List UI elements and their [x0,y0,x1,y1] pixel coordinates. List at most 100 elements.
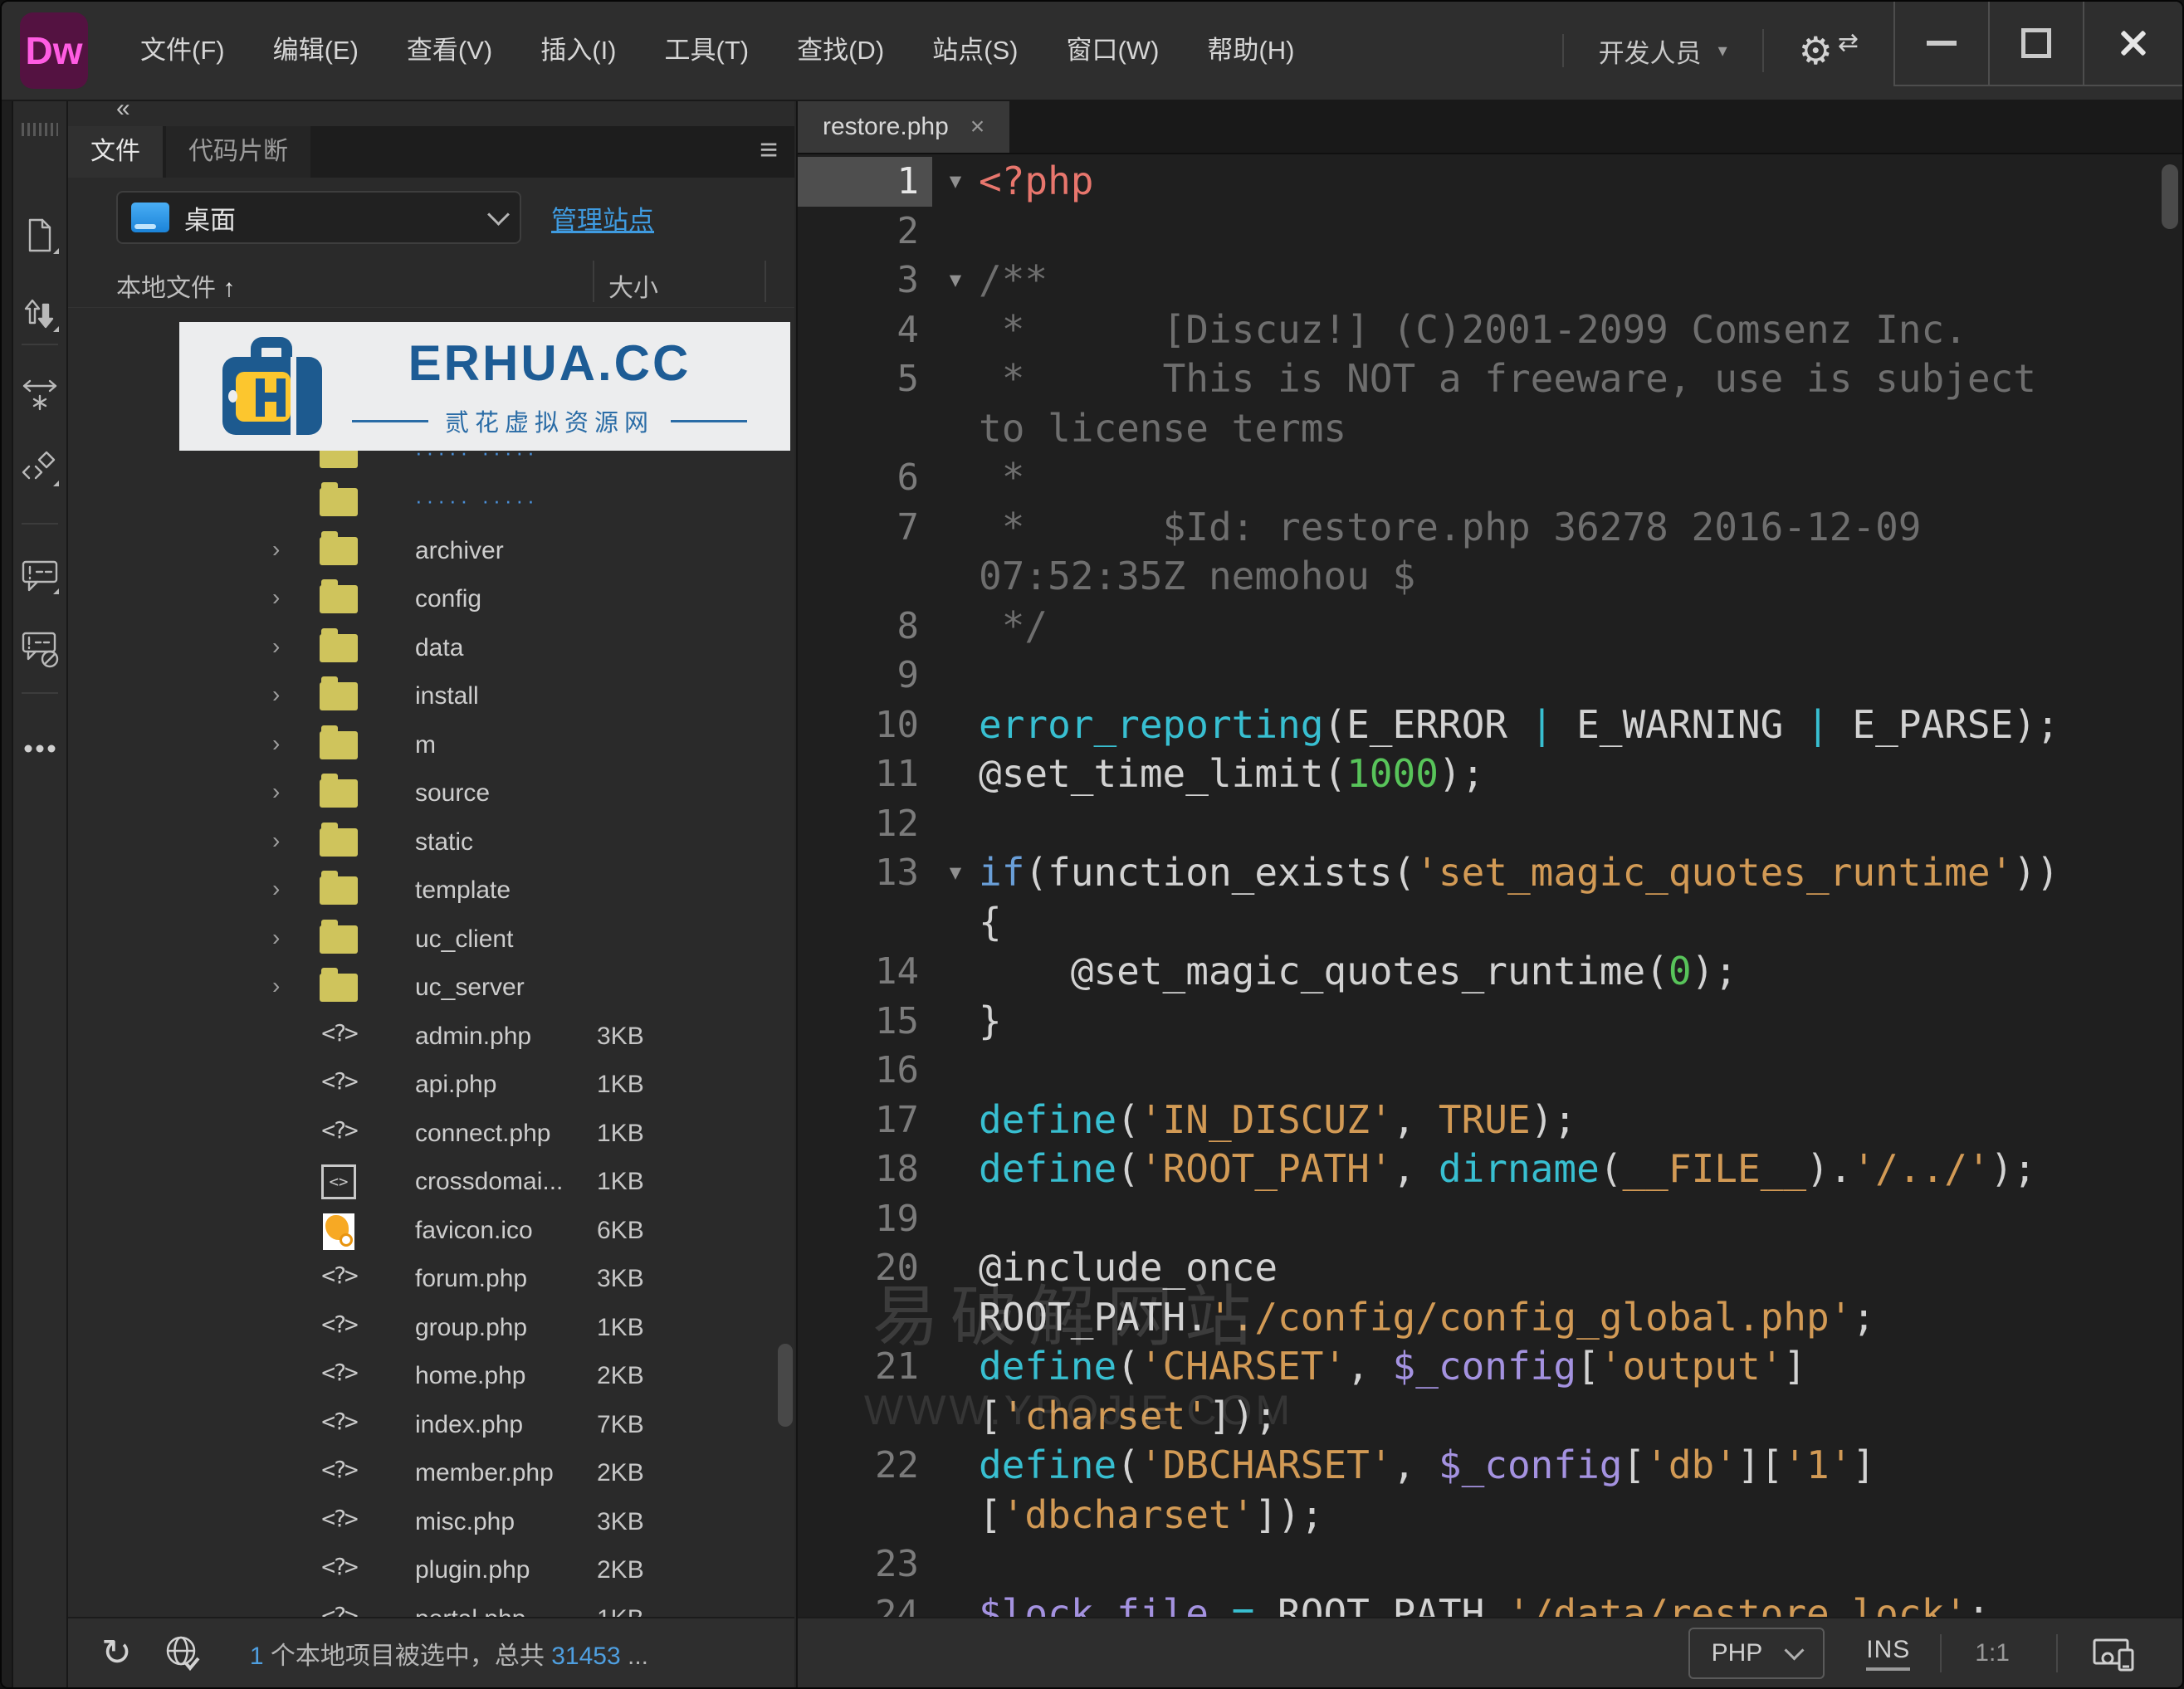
tree-row-file[interactable]: <?>forum.php3KB [68,1255,794,1304]
minimize-button[interactable] [1893,2,1988,85]
file-transfer-icon[interactable] [20,294,60,334]
tree-row-file[interactable]: favicon.ico6KB [68,1207,794,1256]
menu-item-6[interactable]: 站点(S) [908,2,1042,100]
panel-menu-icon[interactable]: ≡ [760,126,778,174]
tab-files[interactable]: 文件 [68,126,163,178]
tree-row-folder[interactable]: ›source [68,769,794,818]
more-options-icon[interactable] [20,729,60,769]
tree-row-folder[interactable]: ›data [68,624,794,673]
collapse-panel-icon[interactable]: « [116,95,130,123]
tree-row-file[interactable]: <>crossdomai...1KB [68,1158,794,1207]
chevron-right-icon[interactable]: › [272,973,280,999]
tree-row-file[interactable]: <?>misc.php3KB [68,1498,794,1547]
code-navigator-icon[interactable] [20,448,60,488]
document-tab-restore-php[interactable]: restore.php × [798,101,1009,153]
code-text[interactable] [979,1046,2182,1096]
sync-settings-button[interactable]: ⚙ ⇄ [1764,28,1893,73]
tree-row-folder[interactable]: ›config [68,575,794,624]
menu-item-4[interactable]: 工具(T) [641,2,774,100]
code-text[interactable] [979,1194,2182,1244]
wrap-tag-icon[interactable] [20,375,60,415]
chevron-right-icon[interactable]: › [272,730,280,757]
maximize-button[interactable] [1988,2,2083,85]
tree-row-file[interactable]: <?>api.php1KB [68,1061,794,1110]
code-text[interactable]: define('ROOT_PATH', dirname(__FILE__).'/… [979,1145,2182,1194]
menu-item-1[interactable]: 编辑(E) [249,2,383,100]
tree-row-folder[interactable]: ›static [68,818,794,867]
code-text[interactable]: define('CHARSET', $_config['output'] ['c… [979,1342,2182,1441]
tree-row-folder[interactable]: ›m [68,721,794,770]
menu-item-0[interactable]: 文件(F) [116,2,249,100]
code-text[interactable]: define('IN_DISCUZ', TRUE); [979,1096,2182,1145]
chevron-right-icon[interactable]: › [272,925,280,951]
chevron-right-icon[interactable]: › [272,779,280,805]
editor-scrollbar[interactable] [2162,164,2178,229]
column-size[interactable]: 大小 [608,267,658,304]
refresh-icon[interactable]: ↻ [101,1632,132,1674]
close-button[interactable] [2083,2,2182,85]
code-text[interactable]: define('DBCHARSET', $_config['db']['1'] … [979,1441,2182,1540]
menu-item-2[interactable]: 查看(V) [383,2,516,100]
chevron-right-icon[interactable]: › [272,633,280,660]
code-text[interactable]: <?php [979,157,2182,207]
code-text[interactable] [979,799,2182,849]
code-text[interactable]: /** [979,256,2182,305]
chevron-right-icon[interactable]: › [272,681,280,708]
close-tab-icon[interactable]: × [970,113,985,141]
insert-mode-indicator[interactable]: INS [1866,1636,1910,1671]
tree-row-folder[interactable]: ›uc_server [68,964,794,1013]
chevron-right-icon[interactable]: › [272,536,280,563]
site-selector[interactable]: 桌面 [116,191,521,244]
new-document-icon[interactable] [20,216,60,256]
tree-row-file[interactable]: <?>connect.php1KB [68,1110,794,1159]
remote-server-icon[interactable] [164,1633,203,1673]
apply-comment-icon[interactable] [20,556,60,596]
code-text[interactable]: @include_once ROOT_PATH.'./config/config… [979,1243,2182,1342]
tree-row-folder[interactable]: ›install [68,672,794,721]
code-text[interactable]: $lock_file = ROOT_PATH.'/data/restore.lo… [979,1589,2182,1619]
column-local-files[interactable]: 本地文件 ↑ [116,267,235,304]
menu-item-3[interactable]: 插入(I) [516,2,640,100]
code-text[interactable]: * [Discuz!] (C)2001-2099 Comsenz Inc. [979,305,2182,355]
code-text[interactable]: */ [979,602,2182,652]
tree-row-file[interactable]: <?>portal.php1KB [68,1595,794,1619]
code-text[interactable] [979,207,2182,256]
code-view[interactable]: 1▼<?php23▼/**4 * [Discuz!] (C)2001-2099 … [798,154,2182,1618]
language-selector[interactable]: PHP [1688,1628,1825,1679]
chevron-right-icon[interactable]: › [272,876,280,902]
tree-row-file[interactable]: <?>home.php2KB [68,1352,794,1401]
tree-row-folder[interactable]: ›template [68,866,794,915]
fold-marker-icon[interactable]: ▼ [932,848,979,947]
code-text[interactable]: @set_time_limit(1000); [979,749,2182,799]
fold-marker-icon[interactable]: ▼ [932,256,979,305]
fold-marker-icon[interactable]: ▼ [932,157,979,207]
device-preview-icon[interactable] [2091,1633,2136,1673]
tree-row-folder[interactable]: ›archiver [68,527,794,576]
code-text[interactable]: if(function_exists('set_magic_quotes_run… [979,848,2182,947]
workspace-switcher[interactable]: 开发人员 ▾ [1564,32,1762,70]
tab-snippets[interactable]: 代码片断 [166,126,310,178]
code-text[interactable]: @set_magic_quotes_runtime(0); [979,947,2182,997]
code-text[interactable]: } [979,997,2182,1047]
menu-item-5[interactable]: 查找(D) [773,2,908,100]
remove-comment-icon[interactable] [20,629,60,669]
menu-item-8[interactable]: 帮助(H) [1183,2,1318,100]
tree-row-file[interactable]: <?>index.php7KB [68,1401,794,1450]
code-text[interactable] [979,1540,2182,1589]
code-text[interactable]: * $Id: restore.php 36278 2016-12-09 07:5… [979,503,2182,602]
chevron-right-icon[interactable]: › [272,827,280,854]
code-text[interactable]: * This is NOT a freeware, use is subject… [979,354,2182,453]
tree-row-obscured[interactable]: ····· ····· [68,478,794,527]
files-scrollbar[interactable] [778,1344,793,1427]
tree-row-file[interactable]: <?>admin.php3KB [68,1013,794,1062]
code-text[interactable]: error_reporting(E_ERROR | E_WARNING | E_… [979,700,2182,750]
tree-row-file[interactable]: <?>group.php1KB [68,1304,794,1353]
code-text[interactable] [979,651,2182,700]
tree-row-file[interactable]: <?>member.php2KB [68,1449,794,1498]
chevron-right-icon[interactable]: › [272,584,280,611]
tree-row-folder[interactable]: ›uc_client [68,915,794,964]
tree-row-file[interactable]: <?>plugin.php2KB [68,1546,794,1595]
menu-item-7[interactable]: 窗口(W) [1042,2,1183,100]
code-text[interactable]: * [979,453,2182,503]
manage-sites-link[interactable]: 管理站点 [551,199,654,237]
